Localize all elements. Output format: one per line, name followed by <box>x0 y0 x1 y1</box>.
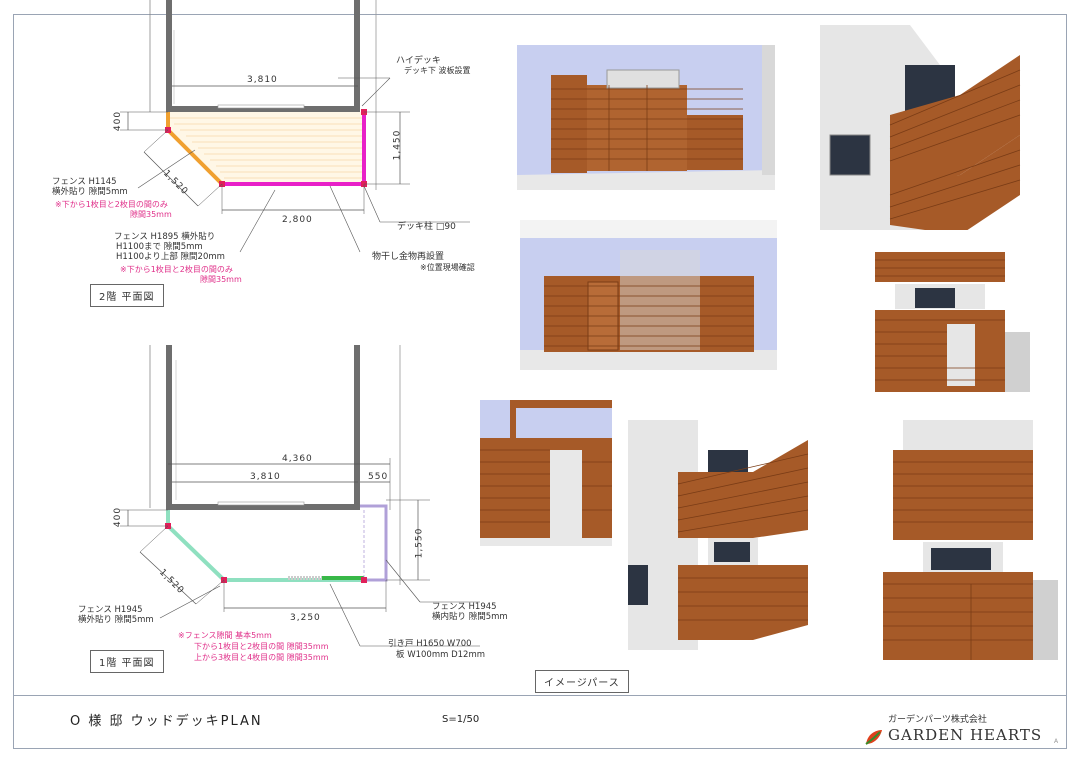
fence2-spec-b: H1100まで 隙間5mm <box>116 242 203 252</box>
fence2-spec-a: フェンス H1895 横外貼り <box>114 232 216 242</box>
perspective-view-5 <box>480 400 612 546</box>
perspective-view-7 <box>853 420 1058 665</box>
floor2-dim-top: 3,810 <box>247 75 278 85</box>
image-perspective-label: イメージパース <box>535 670 629 693</box>
deck-post-label: デッキ柱 □90 <box>397 222 456 232</box>
floor1-fence-right-b: 横内貼り 隙間5mm <box>432 612 508 622</box>
floor1-dim-bottom: 3,250 <box>290 613 321 623</box>
fence1-note-a: ※下から1枚目と2枚目の間のみ <box>55 200 168 209</box>
floor2-dim-bottom: 2,800 <box>282 215 313 225</box>
high-deck-label: ハイデッキ <box>396 56 441 66</box>
perspective-view-6 <box>628 420 824 650</box>
fence1-note-b: 隙間35mm <box>130 210 172 219</box>
floor2-dim-right: 1,450 <box>392 129 403 161</box>
fence2-spec-c: H1100より上部 隙間20mm <box>116 252 225 262</box>
sliding-door-spec-b: 板 W100mm D12mm <box>396 650 486 660</box>
perspective-view-2 <box>820 25 1030 230</box>
leaf-logo-icon <box>864 728 884 746</box>
laundry-label: 物干し金物再設置 <box>372 252 445 262</box>
floor1-dim-right: 1,550 <box>414 527 425 559</box>
fence1-spec-b: 横外貼り 隙間5mm <box>52 187 128 197</box>
floor1-dim-top: 3,810 <box>250 472 281 482</box>
sliding-door-spec-a: 引き戸 H1650 W700 <box>388 639 472 649</box>
title-separator <box>13 695 1067 696</box>
fence2-note-a: ※下から1枚目と2枚目の間のみ <box>120 265 233 274</box>
floor1-note-b: 下から1枚目と2枚目の間 隙間35mm <box>194 642 329 651</box>
project-title: O 様 邸 ウッドデッキPLAN <box>70 714 263 729</box>
floor2-dim-left: 400 <box>113 110 124 132</box>
company-name-jp: ガーデンパーツ株式会社 <box>888 715 987 725</box>
perspective-view-1 <box>517 45 775 190</box>
perspective-view-4 <box>855 252 1030 397</box>
floor1-note-c: 上から3枚目と4枚目の間 隙間35mm <box>194 653 329 662</box>
floor1-fence-left-a: フェンス H1945 <box>78 605 143 615</box>
fence1-spec-a: フェンス H1145 <box>52 177 117 187</box>
floor1-caption: 1階 平面図 <box>90 650 164 673</box>
floor1-fence-left-b: 横外貼り 隙間5mm <box>78 615 154 625</box>
laundry-note: ※位置現場確認 <box>420 263 475 272</box>
floor1-fence-right-a: フェンス H1945 <box>432 602 497 612</box>
drawing-scale: S=1/50 <box>442 714 480 725</box>
high-deck-sub-label: デッキ下 波板設置 <box>404 66 471 75</box>
corner-mark: A <box>1054 738 1059 745</box>
company-name-en: GARDEN HEARTS <box>888 726 1043 744</box>
perspective-view-3 <box>520 220 777 370</box>
floor2-caption: 2階 平面図 <box>90 284 164 307</box>
floor1-dim-total: 4,360 <box>282 454 313 464</box>
floor1-dim-ext: 550 <box>368 472 389 482</box>
floor1-note-a: ※フェンス隙間 基本5mm <box>178 631 272 640</box>
floor1-dim-left: 400 <box>113 506 124 528</box>
fence2-note-b: 隙間35mm <box>200 275 242 284</box>
